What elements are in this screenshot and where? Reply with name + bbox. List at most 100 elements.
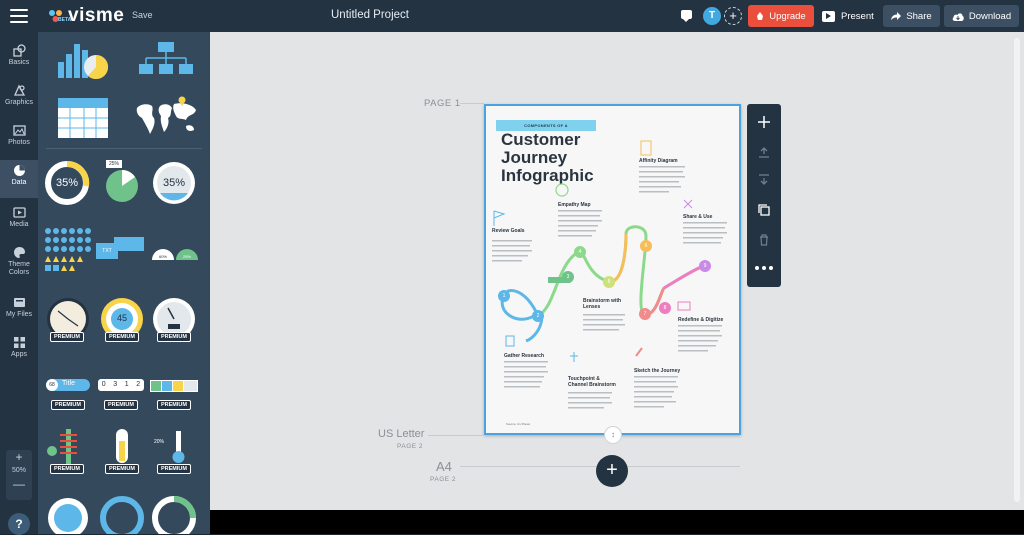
- step-title[interactable]: Touchpoint & Channel Brainstorm: [568, 376, 616, 388]
- research-icon: [505, 335, 515, 347]
- add-collaborator-button[interactable]: +: [724, 7, 742, 25]
- partial-donut-widget[interactable]: [98, 494, 146, 534]
- nav-graphics[interactable]: Graphics: [0, 80, 38, 118]
- progress-gauge-widget[interactable]: 45 PREMIUM: [98, 296, 146, 342]
- project-title[interactable]: Untitled Project: [0, 9, 740, 21]
- add-page-above-button[interactable]: [747, 108, 781, 136]
- duplicate-page-button[interactable]: [747, 196, 781, 224]
- step-3-marker[interactable]: 3: [562, 271, 574, 283]
- segmented-bar-icon: [150, 380, 198, 392]
- tube-gauge-widget[interactable]: PREMIUM: [98, 427, 146, 475]
- nav-data[interactable]: Data: [0, 160, 38, 198]
- zoom-in-button[interactable]: +: [6, 450, 32, 464]
- pie-widget[interactable]: 25%: [102, 158, 142, 206]
- nav-photos[interactable]: Photos: [0, 120, 38, 158]
- step-title[interactable]: Share & Use: [683, 214, 712, 220]
- thermometer-scale-widget[interactable]: PREMIUM: [44, 427, 92, 475]
- sticky-note-icon: [640, 140, 652, 156]
- more-options-button[interactable]: [747, 254, 781, 282]
- step-title[interactable]: Redefine & Digitize: [678, 317, 723, 323]
- step-9-marker[interactable]: 9: [699, 260, 711, 272]
- move-page-up-button[interactable]: [747, 138, 781, 166]
- infographic-source[interactable]: Source: Ux Planet: [506, 422, 530, 426]
- step-title[interactable]: Review Goals: [492, 228, 525, 234]
- duplicate-icon: [758, 204, 770, 216]
- nav-media[interactable]: Media: [0, 202, 38, 240]
- step-8-marker[interactable]: 8: [659, 302, 671, 314]
- upgrade-label: Upgrade: [769, 10, 806, 22]
- label-widget[interactable]: TXT: [96, 237, 146, 263]
- partial-arc-widget[interactable]: [150, 494, 198, 534]
- donut-widget[interactable]: 35%: [44, 160, 90, 206]
- cloud-download-icon: [952, 12, 964, 21]
- premium-badge: PREMIUM: [105, 464, 139, 474]
- nav-label: Media: [9, 221, 29, 228]
- user-avatar[interactable]: T: [703, 7, 721, 25]
- page-canvas[interactable]: COMPONENTS OF A Customer Journey Infogra…: [484, 104, 741, 435]
- map-widget[interactable]: [134, 94, 198, 140]
- add-page-button[interactable]: +: [596, 455, 628, 487]
- step-title[interactable]: Brainstorm with Lenses: [583, 298, 633, 310]
- page-1-label: PAGE 1: [424, 98, 461, 109]
- step-1-marker[interactable]: 1: [498, 290, 510, 302]
- a4-page-number: PAGE 2: [430, 476, 457, 483]
- share-button[interactable]: Share: [883, 5, 940, 27]
- present-button[interactable]: Present: [822, 5, 878, 27]
- nav-label: Basics: [8, 59, 30, 66]
- delete-page-button[interactable]: [747, 226, 781, 254]
- flag-icon: [493, 210, 506, 226]
- step-title[interactable]: Gather Research: [504, 353, 544, 359]
- nav-basics[interactable]: Basics: [0, 40, 38, 78]
- a4-label[interactable]: A4: [436, 459, 452, 474]
- diagram-widget[interactable]: [138, 40, 194, 84]
- step-2-marker[interactable]: 2: [532, 310, 544, 322]
- help-button[interactable]: ?: [8, 513, 30, 535]
- move-page-down-button[interactable]: [747, 166, 781, 194]
- progress-bar-widget[interactable]: PREMIUM: [150, 377, 198, 413]
- zoom-out-button[interactable]: —: [6, 477, 32, 491]
- comment-icon[interactable]: [681, 10, 692, 22]
- present-label: Present: [841, 10, 874, 22]
- nav-theme-colors[interactable]: Theme Colors: [0, 242, 38, 288]
- thermo-percent-widget[interactable]: 20% PREMIUM: [150, 427, 198, 475]
- zoom-control: + 50% —: [6, 450, 32, 500]
- us-letter-rule: [428, 435, 484, 436]
- counter-widget[interactable]: 0 3 1 2 PREMIUM: [96, 377, 146, 413]
- page-resize-handle[interactable]: ↕: [604, 426, 622, 444]
- world-map-icon: [136, 96, 196, 134]
- step-6-marker[interactable]: 6: [640, 240, 652, 252]
- download-button[interactable]: Download: [944, 5, 1019, 27]
- step-4-marker[interactable]: 4: [574, 246, 586, 258]
- play-icon: [822, 10, 835, 22]
- counter-digit: 2: [136, 381, 141, 388]
- chart-widget[interactable]: [56, 40, 110, 84]
- semi-donut-widget[interactable]: 60% 25%: [150, 242, 200, 262]
- step-5-marker[interactable]: 5: [603, 276, 615, 288]
- partial-ring-widget[interactable]: [44, 494, 92, 534]
- us-letter-label[interactable]: US Letter: [378, 428, 424, 440]
- bottom-strip: [210, 510, 1024, 534]
- table-widget[interactable]: [56, 94, 110, 140]
- semi-right-value: 25%: [182, 254, 191, 259]
- speedometer-widget[interactable]: PREMIUM: [150, 296, 198, 342]
- clock-gauge-widget[interactable]: PREMIUM: [44, 296, 92, 342]
- move-up-icon: [759, 147, 769, 158]
- step-title[interactable]: Sketch the Journey: [634, 368, 680, 374]
- icon-array-widget[interactable]: [44, 227, 92, 273]
- scrollbar-thumb[interactable]: [1014, 38, 1020, 502]
- step-title[interactable]: Affinity Diagram: [639, 158, 678, 164]
- workspace-scrollbar[interactable]: [1013, 32, 1021, 510]
- nav-apps[interactable]: Apps: [0, 332, 38, 370]
- arc-icon: [152, 496, 196, 534]
- step-7-marker[interactable]: 7: [639, 308, 651, 320]
- upgrade-button[interactable]: Upgrade: [748, 5, 814, 27]
- step-title[interactable]: Empathy Map: [558, 202, 591, 208]
- premium-badge: PREMIUM: [50, 332, 84, 342]
- ring-widget[interactable]: 35%: [150, 160, 198, 206]
- share-node-icon: [683, 199, 693, 209]
- semi-left-value: 60%: [158, 254, 167, 259]
- premium-badge: PREMIUM: [157, 464, 191, 474]
- nav-my-files[interactable]: My Files: [0, 292, 38, 330]
- title-badge-widget[interactable]: 68 Title PREMIUM: [44, 377, 92, 413]
- shapes-icon: [12, 44, 26, 57]
